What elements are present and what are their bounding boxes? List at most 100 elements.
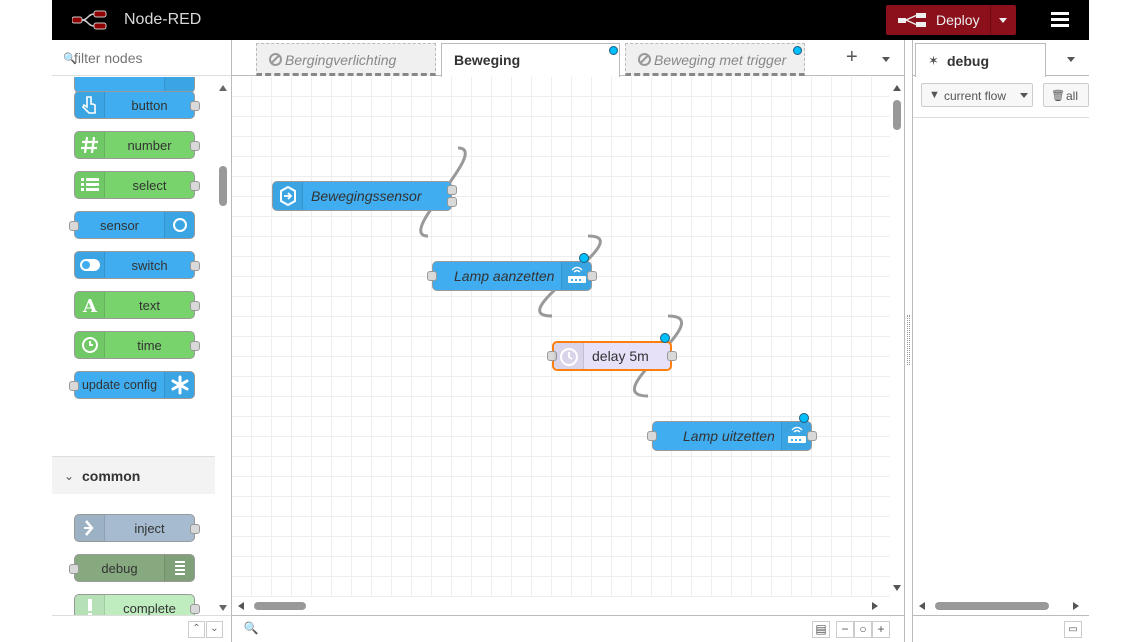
flow-node-delay[interactable]: delay 5m [547, 333, 677, 371]
palette-node-debug[interactable]: debug [69, 554, 195, 582]
deploy-button[interactable]: Deploy [886, 5, 1016, 35]
scroll-down-arrow-icon[interactable] [219, 605, 227, 611]
palette-node-inject[interactable]: inject [74, 514, 200, 542]
collapse-all-icon[interactable]: ⌃ [188, 621, 205, 638]
palette-node-switch[interactable]: switch [74, 251, 200, 279]
scroll-left-arrow-icon[interactable] [238, 602, 244, 610]
canvas-horizontal-scrollbar[interactable] [232, 597, 890, 615]
changed-indicator-dot [799, 413, 809, 423]
output-port[interactable] [190, 181, 200, 191]
main-menu-hamburger-icon[interactable] [1051, 12, 1069, 28]
sidebar-resize-handle[interactable] [904, 40, 913, 642]
flow-wires [419, 146, 684, 398]
tab-beweging-met-trigger[interactable]: Beweging met trigger [625, 43, 805, 76]
navigator-map-icon[interactable]: ▤ [812, 621, 830, 638]
output-port[interactable] [807, 431, 817, 441]
disabled-icon [638, 53, 651, 66]
sidebar-tab-menu-caret-icon[interactable] [1067, 57, 1075, 62]
scroll-up-arrow-icon[interactable] [219, 85, 227, 91]
canvas-vertical-scrollbar[interactable] [890, 77, 904, 597]
flow-node-lamp-uitzetten[interactable]: Lamp uitzetten [647, 413, 817, 451]
sidebar-tab-label: debug [947, 53, 989, 69]
output-port[interactable] [190, 301, 200, 311]
add-flow-plus-icon[interactable]: + [846, 46, 858, 69]
output-port[interactable] [190, 261, 200, 271]
scroll-up-arrow-icon[interactable] [893, 85, 901, 91]
tab-beweging[interactable]: Beweging [441, 43, 620, 77]
changed-indicator-dot [660, 333, 670, 343]
output-port[interactable] [190, 604, 200, 614]
changed-indicator-dot [793, 46, 802, 55]
scrollbar-thumb[interactable] [219, 166, 227, 206]
event-arrow-icon [273, 182, 303, 210]
input-port[interactable] [647, 431, 657, 441]
trash-icon: 🗑 [1051, 90, 1065, 102]
sidebar-footer: ▭ [913, 615, 1089, 642]
debug-filter-button[interactable]: ▼ current flow [921, 83, 1033, 107]
scroll-left-arrow-icon[interactable] [919, 602, 925, 610]
palette-node-text[interactable]: A text [74, 291, 200, 319]
debug-filter-label: current flow [944, 89, 1007, 103]
palette-scrollbar[interactable] [215, 77, 231, 615]
output-port[interactable] [190, 524, 200, 534]
palette-node-button[interactable]: button [74, 91, 200, 119]
flow-canvas[interactable]: Bewegingssensor Lamp aanzetten delay 5m … [232, 77, 890, 597]
flow-node-lamp-aanzetten[interactable]: Lamp aanzetten [427, 253, 597, 291]
node-icon-area [164, 77, 194, 92]
node-palette: 🔍 button number [52, 40, 232, 642]
palette-node-sensor[interactable]: sensor [69, 211, 195, 239]
scroll-right-arrow-icon[interactable] [1073, 602, 1079, 610]
output-port[interactable] [447, 197, 457, 207]
palette-node-number[interactable]: number [74, 131, 200, 159]
monitor-icon[interactable]: ▭ [1064, 621, 1082, 638]
clear-debug-button[interactable]: 🗑 all [1043, 83, 1089, 107]
palette-node-label: button [131, 98, 168, 113]
palette-node-list[interactable]: button number select sensor switch A tex… [52, 77, 215, 615]
palette-node-time[interactable]: time [74, 331, 200, 359]
disabled-icon [269, 53, 282, 66]
palette-node-update-config[interactable]: update config [69, 371, 195, 399]
scrollbar-thumb[interactable] [254, 602, 306, 610]
scroll-down-arrow-icon[interactable] [893, 585, 901, 591]
output-port[interactable] [190, 141, 200, 151]
input-port[interactable] [427, 271, 437, 281]
sidebar-tabs: ✶ debug [913, 40, 1089, 77]
expand-all-icon[interactable]: ⌄ [206, 621, 223, 638]
output-port[interactable] [447, 185, 457, 195]
bug-icon: ✶ [928, 53, 939, 68]
search-flows-icon[interactable]: 🔍 [242, 621, 260, 638]
sidebar: ✶ debug ▼ current flow 🗑 all ▭ [913, 40, 1089, 642]
palette-node-label: switch [131, 258, 168, 273]
palette-node-label: time [137, 338, 162, 353]
output-port[interactable] [190, 101, 200, 111]
palette-node-select[interactable]: select [74, 171, 200, 199]
header-bar: Node-RED Deploy [52, 0, 1089, 40]
output-port[interactable] [587, 271, 597, 281]
zoom-out-icon[interactable]: − [836, 621, 854, 638]
timer-icon [554, 343, 584, 369]
scrollbar-thumb[interactable] [935, 602, 1049, 610]
deploy-icon [898, 13, 926, 27]
scroll-right-arrow-icon[interactable] [872, 602, 878, 610]
palette-node-complete[interactable]: complete [74, 594, 200, 615]
zoom-reset-icon[interactable]: ○ [854, 621, 872, 638]
palette-node-label: select [132, 178, 167, 193]
filter-nodes-input[interactable] [74, 49, 224, 67]
palette-category-common[interactable]: ⌄ common [52, 456, 215, 494]
tab-debug[interactable]: ✶ debug [915, 43, 1046, 77]
sidebar-horizontal-scrollbar[interactable] [913, 597, 1089, 615]
flow-node-bewegingssensor[interactable]: Bewegingssensor [272, 181, 457, 211]
output-port[interactable] [190, 341, 200, 351]
tab-bergingverlichting[interactable]: Bergingverlichting [256, 43, 436, 76]
tab-label: Bergingverlichting [285, 52, 397, 68]
flow-node-label: Bewegingssensor [311, 188, 422, 204]
zoom-in-icon[interactable]: + [872, 621, 890, 638]
flow-node-label: delay 5m [592, 348, 649, 364]
output-port[interactable] [667, 351, 677, 361]
flow-node-label: Lamp uitzetten [683, 428, 775, 444]
deploy-dropdown-caret-icon[interactable] [999, 18, 1007, 23]
palette-node-label: number [127, 138, 172, 153]
clear-debug-label: all [1066, 89, 1079, 103]
scrollbar-thumb[interactable] [893, 100, 901, 130]
tab-list-caret-icon[interactable] [882, 57, 890, 62]
